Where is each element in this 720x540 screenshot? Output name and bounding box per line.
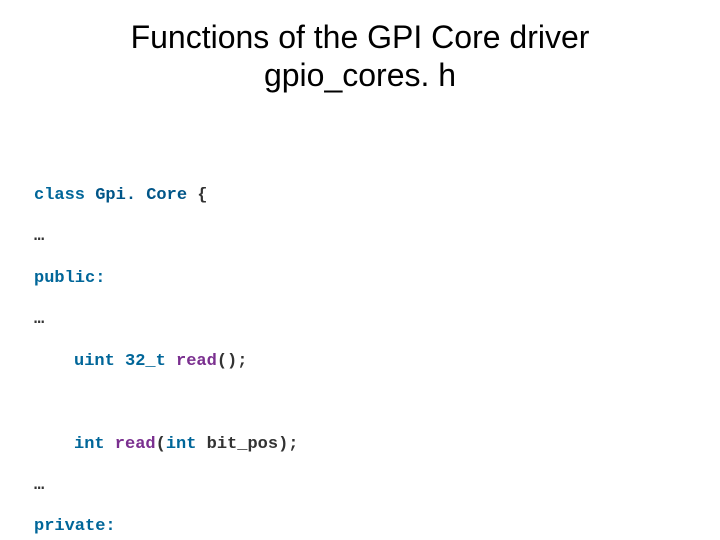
code-line-public: public: <box>34 269 298 290</box>
return-type: int <box>74 435 105 454</box>
code-line-ellipsis: … <box>34 476 298 497</box>
code-line-private: private: <box>34 517 298 538</box>
code-line-ellipsis: … <box>34 310 298 331</box>
paren-open: ( <box>156 435 166 454</box>
slide-title: Functions of the GPI Core driver gpio_co… <box>0 0 720 95</box>
code-blank-line <box>34 393 298 414</box>
function-name: read <box>166 352 217 371</box>
code-block: class Gpi. Core { … public: … uint 32_t … <box>34 165 298 540</box>
code-line-fn2: int read(int bit_pos); <box>34 435 298 456</box>
paren-close: ); <box>278 435 298 454</box>
code-line-ellipsis: … <box>34 227 298 248</box>
code-line-fn1: uint 32_t read(); <box>34 352 298 373</box>
open-brace: { <box>187 186 207 205</box>
title-line-2: gpio_cores. h <box>0 56 720 94</box>
slide: Functions of the GPI Core driver gpio_co… <box>0 0 720 540</box>
title-line-1: Functions of the GPI Core driver <box>0 18 720 56</box>
class-name: Gpi. Core <box>95 186 187 205</box>
function-name: read <box>105 435 156 454</box>
keyword-class: class <box>34 186 85 205</box>
arg-type: int <box>166 435 197 454</box>
code-line-class: class Gpi. Core { <box>34 186 298 207</box>
return-type: uint 32_t <box>74 352 166 371</box>
arg-name: bit_pos <box>196 435 278 454</box>
fn1-sig: (); <box>217 352 248 371</box>
